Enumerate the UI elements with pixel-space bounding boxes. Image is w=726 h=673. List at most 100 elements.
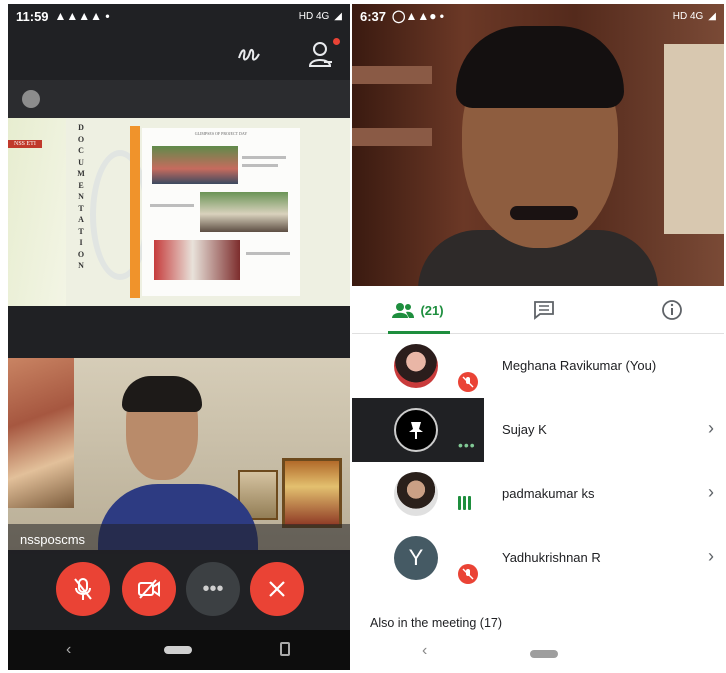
wall-picture: [282, 458, 342, 528]
android-nav-bar: ‹: [8, 630, 350, 670]
call-controls: •••: [8, 554, 350, 630]
status-right: HD 4G ◢: [673, 11, 716, 22]
video-tile-name: nssposcms: [8, 524, 350, 554]
mic-off-icon: [74, 578, 92, 600]
tab-chat[interactable]: [520, 286, 568, 334]
notification-icons: ◯▲▲● •: [392, 9, 444, 23]
slide-title-letter: N: [78, 192, 84, 201]
back-icon[interactable]: ‹: [422, 642, 427, 660]
status-bar: 11:59 ▲▲▲▲ • HD 4G ◢: [8, 4, 350, 28]
info-icon: [662, 300, 682, 320]
presentation-icon[interactable]: [22, 90, 40, 108]
slide-photo: [152, 146, 238, 184]
people-icon: [392, 303, 415, 318]
slide-title-letter: T: [78, 226, 84, 236]
top-toolbar: [8, 28, 350, 80]
slide-title-letter: E: [78, 180, 84, 190]
notification-icons: ▲▲▲▲ •: [54, 9, 110, 23]
wall-picture: [8, 358, 74, 508]
slide-badge: NSS ETI: [8, 140, 42, 148]
stage-background: [8, 306, 350, 358]
home-pill-icon[interactable]: [530, 650, 558, 658]
slide-title-letter: O: [77, 134, 85, 144]
signal-label: HD 4G: [298, 10, 330, 22]
slide-accent-bar: [130, 126, 140, 298]
slide-title-letter: N: [78, 261, 84, 270]
audio-level-icon: [458, 496, 471, 510]
home-pill-icon[interactable]: [164, 646, 192, 654]
annotate-icon[interactable]: [236, 42, 262, 66]
slide-caption: [150, 204, 194, 207]
chevron-right-icon[interactable]: ›: [708, 546, 714, 567]
left-phone-screen: 11:59 ▲▲▲▲ • HD 4G ◢ NSS ETI DOCUMENTATIO…: [8, 4, 350, 670]
slide-title-letter: O: [77, 249, 85, 259]
status-time: 11:59: [16, 8, 49, 24]
camera-toggle-button[interactable]: [122, 562, 176, 616]
slide-caption: [246, 252, 290, 255]
signal-icon: ◢: [334, 10, 342, 22]
slide-title-letter: C: [78, 146, 84, 155]
participant-name: Meghana Ravikumar (You): [502, 358, 657, 373]
participant-hair: [122, 376, 202, 412]
side-panel-tabs: (21): [352, 286, 724, 334]
mic-muted-icon: [458, 564, 478, 584]
slide-watermark: [90, 150, 150, 280]
participant-row[interactable]: ••• Sujay K ›: [352, 398, 724, 462]
avatar: Y: [394, 536, 438, 580]
slide-title-letter: U: [78, 157, 84, 167]
avatar: [394, 472, 438, 516]
slide-photo: [154, 240, 240, 280]
status-time: 6:37: [360, 8, 387, 24]
speaker-mustache: [510, 206, 578, 220]
also-in-meeting-header: Also in the meeting (17): [370, 616, 503, 630]
slide-photo: [200, 192, 288, 232]
rotate-icon[interactable]: [280, 642, 290, 656]
participant-video-tile[interactable]: [8, 358, 350, 550]
close-icon: [269, 581, 285, 597]
signal-icon: ◢: [708, 10, 716, 22]
participant-thumb: [352, 462, 484, 526]
speaking-dots-icon: •••: [458, 437, 476, 453]
camera-off-icon: [138, 579, 160, 599]
slide-caption: [242, 156, 286, 159]
more-options-button[interactable]: •••: [186, 562, 240, 616]
participants-icon[interactable]: [308, 40, 334, 68]
tab-info[interactable]: [648, 286, 696, 334]
mic-muted-icon: [458, 372, 478, 392]
main-video-tile[interactable]: 6:37 ◯▲▲● • HD 4G ◢: [352, 4, 724, 286]
speaker-figure: [418, 20, 658, 286]
end-call-button[interactable]: [250, 562, 304, 616]
tab-people[interactable]: (21): [370, 286, 466, 334]
mic-toggle-button[interactable]: [56, 562, 110, 616]
background-wall: [664, 44, 724, 234]
chevron-right-icon[interactable]: ›: [708, 482, 714, 503]
participant-thumb: [352, 334, 484, 398]
slide-photo-header: GLIMPSES OF PROJECT DAY: [194, 131, 248, 136]
more-icon: •••: [202, 577, 224, 600]
avatar: [394, 344, 438, 388]
chat-icon: [534, 301, 554, 320]
status-bar: 6:37 ◯▲▲● • HD 4G ◢: [352, 4, 724, 28]
participant-row[interactable]: padmakumar ks ›: [352, 462, 724, 526]
slide-title-letter: M: [77, 169, 85, 178]
participant-row[interactable]: Meghana Ravikumar (You): [352, 334, 724, 398]
participant-name: padmakumar ks: [502, 486, 595, 501]
slide-title-letter: T: [78, 203, 84, 213]
slide-vertical-title: DOCUMENTATION: [76, 122, 86, 272]
presentation-strip: [8, 80, 350, 118]
status-right: HD 4G ◢: [299, 11, 342, 22]
participant-name: Yadhukrishnan R: [502, 550, 601, 565]
slide-title-letter: I: [79, 238, 83, 247]
shared-screen-slide: NSS ETI DOCUMENTATION GLIMPSES OF PROJEC…: [8, 118, 350, 306]
pin-icon: [394, 408, 438, 452]
android-nav-bar: ‹: [352, 638, 724, 670]
chevron-right-icon[interactable]: ›: [708, 418, 714, 439]
participant-row[interactable]: Y Yadhukrishnan R ›: [352, 526, 724, 590]
slide-title-letter: A: [78, 215, 84, 224]
speaker-hair: [456, 26, 624, 108]
participant-thumb: •••: [352, 398, 484, 462]
participant-list: Meghana Ravikumar (You) ••• Sujay K › pa…: [352, 334, 724, 596]
right-phone-screen: 6:37 ◯▲▲● • HD 4G ◢ (21) Meghana Ravikum…: [352, 4, 724, 670]
slide-caption: [242, 164, 278, 167]
back-icon[interactable]: ‹: [66, 641, 71, 659]
